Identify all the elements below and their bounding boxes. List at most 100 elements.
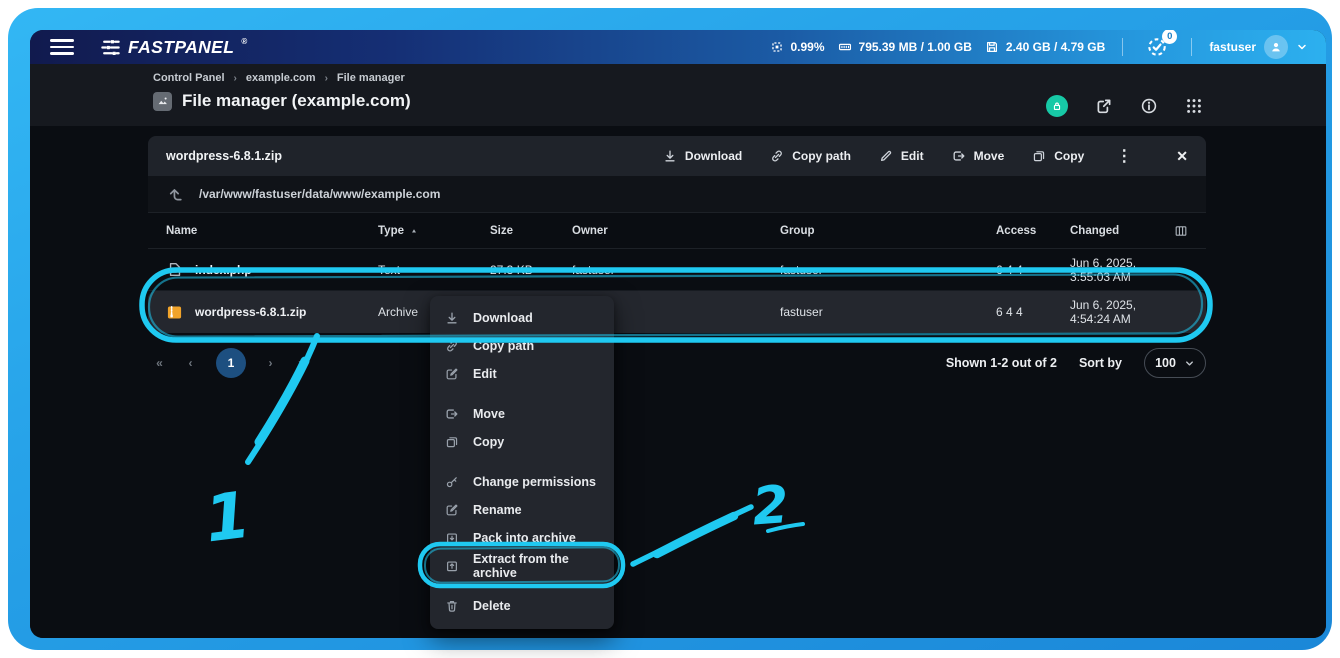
- file-owner: fastuser: [572, 263, 780, 277]
- pagination: « ‹ 1 › »: [148, 348, 314, 378]
- brand-logo[interactable]: FASTPANEL ®: [100, 37, 247, 58]
- action-label: Copy: [1054, 149, 1084, 163]
- memory-icon: [838, 40, 852, 54]
- more-actions-button[interactable]: ⋮: [1114, 146, 1134, 166]
- column-header-owner[interactable]: Owner: [572, 225, 780, 237]
- avatar: [1264, 35, 1288, 59]
- column-header-name[interactable]: Name: [166, 225, 378, 237]
- info-icon[interactable]: [1140, 97, 1158, 115]
- divider: [1122, 38, 1123, 56]
- screenshot-stage: FASTPANEL ® 0.99% 795.39 MB / 1.00 GB 2.…: [0, 0, 1340, 658]
- copy-button[interactable]: Copy: [1032, 149, 1084, 163]
- current-path[interactable]: /var/www/fastuser/data/www/example.com: [199, 187, 440, 201]
- menu-item-copy-path[interactable]: Copy path: [430, 332, 614, 360]
- action-label: Move: [974, 149, 1005, 163]
- close-selection-button[interactable]: ✕: [1176, 148, 1188, 165]
- tasks-button[interactable]: 0: [1146, 36, 1168, 58]
- text-file-icon: [166, 261, 183, 278]
- move-button[interactable]: Move: [952, 149, 1005, 163]
- lock-icon: [1051, 100, 1063, 112]
- copy-path-button[interactable]: Copy path: [770, 149, 851, 163]
- column-header-name-type[interactable]: Type: [378, 225, 490, 237]
- menu-item-label: Extract from the archive: [473, 552, 599, 580]
- menu-item-move[interactable]: Move: [430, 400, 614, 428]
- image-icon: [156, 94, 170, 108]
- pencil-icon: [879, 149, 893, 163]
- per-page-select[interactable]: 100: [1144, 348, 1206, 378]
- copy-icon: [1032, 149, 1046, 163]
- breadcrumb-control-panel[interactable]: Control Panel: [153, 72, 225, 84]
- prev-page-button[interactable]: ‹: [179, 356, 203, 370]
- edit-button[interactable]: Edit: [879, 149, 924, 163]
- current-page-button[interactable]: 1: [216, 348, 246, 378]
- menu-item-change-permissions[interactable]: Change permissions: [430, 468, 614, 496]
- menu-item-label: Delete: [473, 599, 511, 613]
- last-page-button[interactable]: »: [290, 356, 314, 370]
- menu-item-rename[interactable]: Rename: [430, 496, 614, 524]
- file-name: wordpress-6.8.1.zip: [195, 305, 306, 319]
- menu-item-pack-into-archive[interactable]: Pack into archive: [430, 524, 614, 552]
- menu-item-edit[interactable]: Edit: [430, 360, 614, 388]
- download-button[interactable]: Download: [663, 149, 742, 163]
- file-name: index.php: [195, 263, 252, 277]
- table-row-wordpress-zip[interactable]: wordpress-6.8.1.zip Archive fastuser 6 4…: [148, 291, 1206, 333]
- file-group: fastuser: [780, 305, 996, 319]
- menu-item-download[interactable]: Download: [430, 304, 614, 332]
- disk-stat[interactable]: 2.40 GB / 4.79 GB: [985, 40, 1105, 54]
- hamburger-menu-icon[interactable]: [50, 39, 74, 55]
- column-header-size[interactable]: Size: [490, 225, 572, 237]
- table-row-index-php[interactable]: index.php Text 27.3 KB fastuser fastuser…: [148, 249, 1206, 291]
- external-link-icon[interactable]: [1095, 97, 1113, 115]
- path-bar: /var/www/fastuser/data/www/example.com: [148, 176, 1206, 213]
- up-level-icon[interactable]: [167, 186, 184, 203]
- column-header-changed[interactable]: Changed: [1070, 225, 1162, 237]
- file-access: 6 4 4: [996, 305, 1070, 319]
- menu-item-delete[interactable]: Delete: [430, 592, 614, 620]
- column-header-access[interactable]: Access: [996, 225, 1070, 237]
- action-label: Download: [685, 149, 742, 163]
- per-page-value: 100: [1155, 356, 1176, 370]
- content-area: wordpress-6.8.1.zip Download Copy path: [30, 126, 1326, 638]
- file-name-cell: index.php: [166, 261, 378, 278]
- memory-stat[interactable]: 795.39 MB / 1.00 GB: [838, 40, 972, 54]
- table-footer: « ‹ 1 › » Shown 1-2 out of 2 Sort by 100: [148, 348, 1206, 378]
- file-name-cell: wordpress-6.8.1.zip: [166, 304, 378, 321]
- fastpanel-logo-icon: [100, 37, 121, 58]
- menu-item-label: Copy path: [473, 339, 534, 353]
- disk-value: 2.40 GB / 4.79 GB: [1006, 40, 1105, 54]
- toolbar-actions: Download Copy path Edit: [663, 146, 1188, 166]
- next-page-button[interactable]: ›: [259, 356, 283, 370]
- columns-settings-icon[interactable]: [1174, 224, 1188, 238]
- breadcrumb-file-manager: File manager: [337, 72, 405, 84]
- link-icon: [770, 149, 784, 163]
- security-status-button[interactable]: [1046, 95, 1068, 117]
- sort-ascending-icon: [410, 227, 418, 235]
- edit-icon: [445, 367, 459, 381]
- window-frame: FASTPANEL ® 0.99% 795.39 MB / 1.00 GB 2.…: [8, 8, 1332, 650]
- cpu-stat[interactable]: 0.99%: [770, 40, 825, 54]
- topbar: FASTPANEL ® 0.99% 795.39 MB / 1.00 GB 2.…: [30, 30, 1326, 64]
- user-menu[interactable]: fastuser: [1209, 35, 1308, 59]
- move-icon: [445, 407, 459, 421]
- download-icon: [663, 149, 677, 163]
- pack-archive-icon: [445, 531, 459, 545]
- fastpanel-app: FASTPANEL ® 0.99% 795.39 MB / 1.00 GB 2.…: [30, 30, 1326, 638]
- memory-value: 795.39 MB / 1.00 GB: [859, 40, 972, 54]
- link-icon: [445, 339, 459, 353]
- divider: [1191, 38, 1192, 56]
- trash-icon: [445, 599, 459, 613]
- disk-icon: [985, 40, 999, 54]
- menu-item-extract-from-archive[interactable]: Extract from the archive: [430, 552, 614, 580]
- breadcrumb-separator: ›: [234, 73, 237, 84]
- menu-item-label: Download: [473, 311, 533, 325]
- menu-item-label: Copy: [473, 435, 504, 449]
- context-menu: Download Copy path Edit Move Copy Change…: [430, 296, 614, 629]
- file-manager-panel: wordpress-6.8.1.zip Download Copy path: [148, 136, 1206, 378]
- move-icon: [952, 149, 966, 163]
- column-header-group[interactable]: Group: [780, 225, 996, 237]
- breadcrumb-site[interactable]: example.com: [246, 72, 316, 84]
- first-page-button[interactable]: «: [148, 356, 172, 370]
- footer-right: Shown 1-2 out of 2 Sort by 100: [946, 348, 1206, 378]
- menu-item-copy[interactable]: Copy: [430, 428, 614, 456]
- apps-grid-icon[interactable]: [1185, 97, 1203, 115]
